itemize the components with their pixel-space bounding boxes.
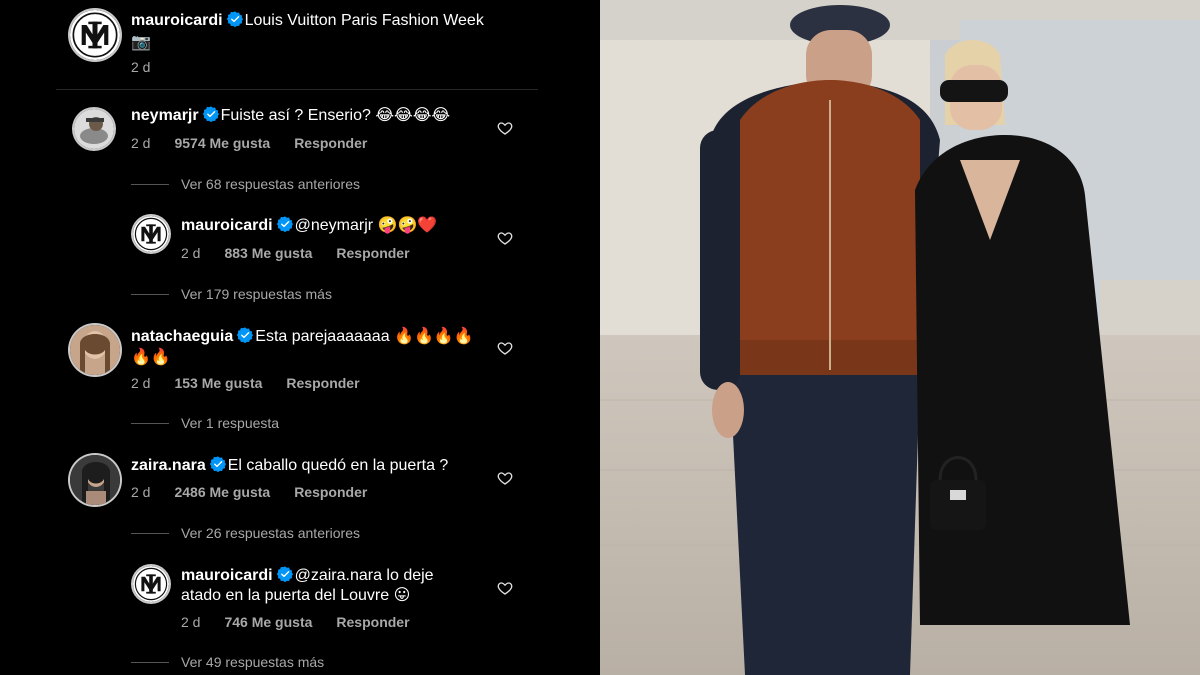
post-caption: mauroicardi Louis Vuitton Paris Fashion W… [131, 11, 571, 31]
heart-icon[interactable] [497, 340, 513, 356]
comment-neymarjr: neymarjr Fuiste así ? Enserio? 😂😂😂😂 [131, 106, 491, 126]
comment-text: Esta parejaaaaaaa 🔥🔥🔥🔥 [255, 328, 474, 345]
verified-badge-icon [237, 327, 253, 343]
view-more-replies[interactable]: Ver 179 respuestas más [131, 286, 332, 302]
comment-meta: 2 d 746 Me gusta Responder [181, 614, 434, 630]
post-caption-text: Louis Vuitton Paris Fashion Week [244, 12, 484, 29]
post-time: 2 d [131, 59, 151, 75]
reply-button[interactable]: Responder [294, 135, 367, 151]
divider-line [131, 532, 169, 534]
comment-time: 2 d [131, 484, 151, 500]
comment-time: 2 d [131, 375, 151, 391]
view-more-label[interactable]: Ver 49 respuestas más [181, 654, 324, 670]
comment-text-continued: atado en la puerta del Louvre 😛 [181, 587, 411, 604]
comment-username[interactable]: mauroicardi [181, 217, 273, 234]
comment-time: 2 d [181, 614, 201, 630]
reply-button[interactable]: Responder [336, 245, 409, 261]
likes-count[interactable]: 2486 Me gusta [174, 484, 270, 500]
comment-natachaeguia: natachaeguia Esta parejaaaaaaa 🔥🔥🔥🔥 [131, 327, 491, 347]
comment-text: @zaira.nara lo deje [294, 567, 434, 584]
comment-username[interactable]: natachaeguia [131, 328, 233, 345]
photo-illustration [600, 0, 1200, 675]
comment-meta: 2 d 2486 Me gusta Responder [131, 484, 391, 500]
comment-time: 2 d [131, 135, 151, 151]
view-more-replies[interactable]: Ver 26 respuestas anteriores [131, 525, 360, 541]
avatar-natachaeguia[interactable] [70, 325, 120, 375]
comment-text-continued: 🔥🔥 [131, 349, 171, 366]
view-more-label[interactable]: Ver 179 respuestas más [181, 286, 332, 302]
likes-count[interactable]: 9574 Me gusta [174, 135, 270, 151]
couple-photo [600, 0, 1200, 675]
divider [56, 89, 538, 90]
divider-line [131, 661, 169, 663]
avatar-mauroicardi[interactable] [133, 566, 169, 602]
comments-panel: mauroicardi Louis Vuitton Paris Fashion W… [0, 0, 600, 675]
reply-button[interactable]: Responder [336, 614, 409, 630]
view-more-replies[interactable]: Ver 68 respuestas anteriores [131, 176, 360, 192]
verified-badge-icon [210, 456, 226, 472]
verified-badge-icon [227, 11, 243, 27]
heart-icon[interactable] [497, 230, 513, 246]
comment-text: El caballo quedó en la puerta ? [227, 457, 449, 474]
reply-mauroicardi: mauroicardi @zaira.nara lo deje [181, 566, 491, 586]
comment-meta: 2 d 153 Me gusta Responder [131, 375, 384, 391]
view-more-replies[interactable]: Ver 1 respuesta [131, 415, 279, 431]
view-more-label[interactable]: Ver 1 respuesta [181, 415, 279, 431]
comment-meta: 2 d 883 Me gusta Responder [181, 245, 434, 261]
camera-emoji-icon: 📷 [131, 34, 151, 51]
comment-username[interactable]: neymarjr [131, 107, 199, 124]
likes-count[interactable]: 746 Me gusta [224, 614, 312, 630]
reply-button[interactable]: Responder [286, 375, 359, 391]
avatar-zairanara[interactable] [70, 455, 120, 505]
likes-count[interactable]: 883 Me gusta [224, 245, 312, 261]
reply-button[interactable]: Responder [294, 484, 367, 500]
divider-line [131, 183, 169, 185]
view-more-label[interactable]: Ver 68 respuestas anteriores [181, 176, 360, 192]
reply-mauroicardi: mauroicardi @neymarjr 🤪🤪❤️ [181, 216, 491, 236]
heart-icon[interactable] [497, 580, 513, 596]
divider-line [131, 422, 169, 424]
post-author-avatar[interactable] [70, 10, 120, 60]
comment-meta: 2 d 9574 Me gusta Responder [131, 135, 391, 151]
comment-zairanara: zaira.nara El caballo quedó en la puerta … [131, 456, 491, 476]
comment-time: 2 d [181, 245, 201, 261]
post-username[interactable]: mauroicardi [131, 12, 223, 29]
heart-icon[interactable] [497, 120, 513, 136]
avatar-mauroicardi[interactable] [133, 216, 169, 252]
verified-badge-icon [277, 566, 293, 582]
comment-text: @neymarjr 🤪🤪❤️ [294, 217, 438, 234]
verified-badge-icon [277, 216, 293, 232]
comment-username[interactable]: zaira.nara [131, 457, 206, 474]
view-more-label[interactable]: Ver 26 respuestas anteriores [181, 525, 360, 541]
verified-badge-icon [203, 106, 219, 122]
likes-count[interactable]: 153 Me gusta [174, 375, 262, 391]
comment-username[interactable]: mauroicardi [181, 567, 273, 584]
comment-text: Fuiste así ? Enserio? 😂😂😂😂 [220, 107, 451, 124]
avatar-neymarjr[interactable] [74, 109, 114, 149]
heart-icon[interactable] [497, 470, 513, 486]
view-more-replies[interactable]: Ver 49 respuestas más [131, 654, 324, 670]
divider-line [131, 293, 169, 295]
